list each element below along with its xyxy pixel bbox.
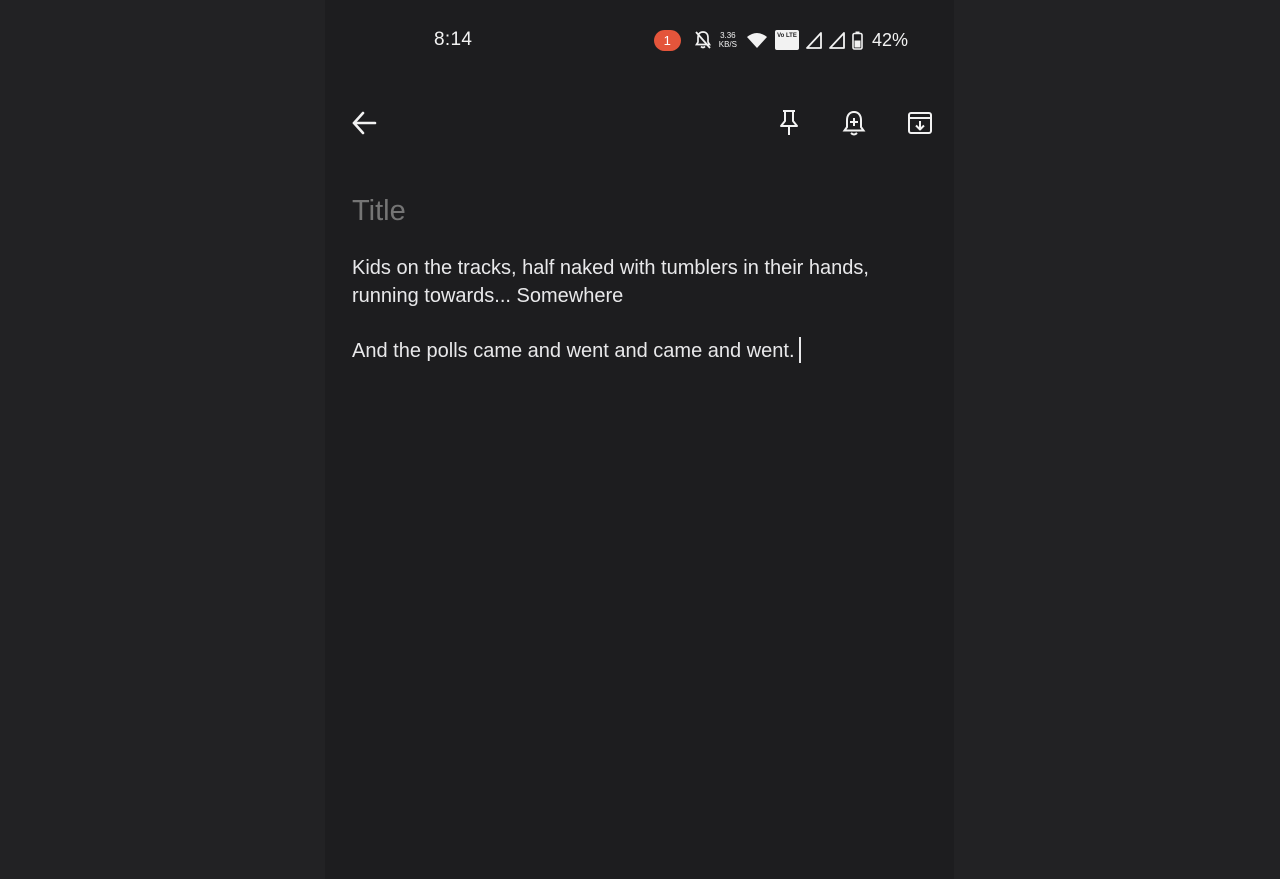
note-toolbar: [325, 92, 954, 154]
reminder-button[interactable]: [837, 106, 871, 140]
signal-strength-icon-2: [829, 31, 845, 49]
note-paragraph-text: And the polls came and went and came and…: [352, 340, 795, 362]
note-paragraph: Kids on the tracks, half naked with tumb…: [352, 257, 869, 307]
text-cursor: [798, 337, 801, 363]
signal-strength-icon: [806, 31, 822, 49]
network-speed-unit: KB/S: [718, 40, 737, 49]
bell-plus-icon: [842, 110, 866, 136]
status-time: 8:14: [434, 29, 473, 50]
archive-button[interactable]: [903, 106, 937, 140]
back-button[interactable]: [347, 106, 381, 140]
battery-icon: [852, 31, 863, 50]
wifi-icon: [746, 33, 767, 48]
status-icons: 1 3.36 KB/S Vo LTE 42%: [653, 27, 908, 53]
volte-icon: Vo LTE: [774, 30, 799, 50]
battery-percentage: 42%: [871, 29, 908, 50]
bell-off-icon: [694, 31, 711, 49]
pin-button[interactable]: [772, 106, 806, 140]
note-body-editor[interactable]: Kids on the tracks, half naked with tumb…: [352, 255, 932, 366]
screen-backdrop: 8:14 1 3.36 KB/S Vo LTE 42% Title Kids o…: [0, 0, 1280, 879]
network-speed: 3.36 KB/S: [719, 31, 737, 49]
phone-screen: 8:14 1 3.36 KB/S Vo LTE 42% Title Kids o…: [325, 0, 954, 879]
archive-icon: [908, 112, 932, 134]
network-speed-value: 3.36: [720, 31, 736, 40]
arrow-left-icon: [352, 111, 377, 135]
notification-badge[interactable]: 1: [653, 29, 681, 51]
status-bar: 8:14 1 3.36 KB/S Vo LTE 42%: [325, 0, 954, 80]
pin-icon: [780, 110, 798, 135]
note-title-input[interactable]: [352, 195, 927, 228]
note-paragraph-2: And the polls came and went and came and…: [352, 337, 932, 366]
